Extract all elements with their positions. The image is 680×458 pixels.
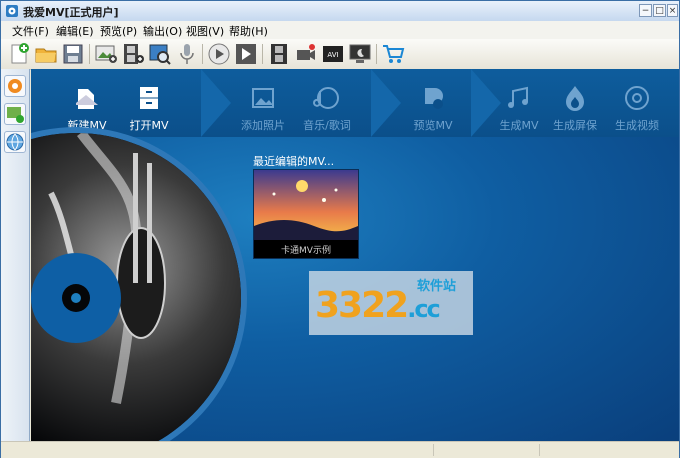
cartoon-mv-preview bbox=[254, 170, 358, 240]
nav-preview-mv[interactable]: 预览MV bbox=[405, 69, 461, 137]
nav-add-photos[interactable]: 添加照片 bbox=[235, 69, 291, 137]
sidebar-tab-photos[interactable] bbox=[4, 103, 26, 125]
toolbar-separator bbox=[376, 44, 377, 64]
toolbar-separator bbox=[89, 44, 90, 64]
nav-music-lyrics-label: 音乐/歌词 bbox=[303, 119, 351, 132]
menu-edit[interactable]: 编辑(E) bbox=[56, 23, 94, 39]
flower-icon bbox=[8, 79, 22, 93]
filmstrip-icon[interactable] bbox=[267, 42, 291, 66]
open-folder-icon[interactable] bbox=[34, 42, 58, 66]
step-arrow-icon bbox=[371, 69, 401, 137]
watermark-domain: .cc bbox=[407, 295, 441, 323]
photo-add-icon bbox=[7, 107, 24, 123]
watermark-tag: 软件站 bbox=[417, 279, 457, 294]
camera-icon[interactable] bbox=[294, 42, 318, 66]
add-photo-icon[interactable] bbox=[94, 42, 118, 66]
recent-mv-caption: 卡通MV示例 bbox=[281, 246, 331, 256]
globe-icon bbox=[6, 133, 24, 151]
avi-icon-label: AVI bbox=[327, 51, 338, 59]
workflow-nav: 新建MV 打开MV 添加照片 音乐/歌词 预览MV 生成MV 生成屏保 生成视频 bbox=[31, 69, 679, 137]
step-arrow-icon bbox=[201, 69, 231, 137]
nav-generate-video[interactable]: 生成视频 bbox=[607, 69, 667, 137]
nav-add-photos-label: 添加照片 bbox=[241, 119, 285, 132]
nav-generate-screensaver[interactable]: 生成屏保 bbox=[547, 69, 603, 137]
site-watermark: 3322.cc 软件站 bbox=[309, 271, 473, 335]
zoom-photo-icon[interactable] bbox=[148, 42, 172, 66]
title-bar: 我爱MV[正式用户] − □ × bbox=[1, 1, 679, 22]
photo-frame-icon bbox=[252, 88, 274, 108]
recent-mv-heading: 最近编辑的MV... bbox=[253, 155, 335, 168]
close-button[interactable]: × bbox=[667, 4, 678, 17]
maximize-button[interactable]: □ bbox=[653, 4, 666, 17]
minimize-button[interactable]: − bbox=[639, 4, 652, 17]
nav-new-mv-label: 新建MV bbox=[67, 119, 107, 132]
guitarist-illustration bbox=[31, 133, 241, 441]
status-cell bbox=[433, 444, 540, 456]
toolbar-separator bbox=[202, 44, 203, 64]
window-title: 我爱MV[正式用户] bbox=[23, 6, 119, 19]
menu-help[interactable]: 帮助(H) bbox=[229, 23, 268, 39]
menu-preview[interactable]: 预览(P) bbox=[100, 23, 137, 39]
flame-icon bbox=[566, 86, 584, 111]
guitarist-disc-image bbox=[31, 133, 241, 441]
new-mv-icon bbox=[76, 89, 98, 109]
status-cell bbox=[539, 444, 678, 456]
play-next-icon[interactable] bbox=[234, 42, 258, 66]
app-window: 我爱MV[正式用户] − □ × 文件(F) 编辑(E) 预览(P) 输出(O)… bbox=[0, 0, 680, 458]
nav-generate-mv[interactable]: 生成MV bbox=[497, 69, 541, 137]
nav-open-mv[interactable]: 打开MV bbox=[121, 69, 177, 137]
menu-view[interactable]: 视图(V) bbox=[186, 23, 224, 39]
disc-icon bbox=[625, 86, 649, 110]
microphone-icon[interactable] bbox=[175, 42, 199, 66]
play-icon[interactable] bbox=[207, 42, 231, 66]
nav-open-mv-label: 打开MV bbox=[129, 119, 169, 132]
app-logo-icon bbox=[6, 5, 18, 17]
screensaver-icon[interactable] bbox=[348, 42, 372, 66]
menu-file[interactable]: 文件(F) bbox=[12, 23, 49, 39]
status-bar bbox=[1, 441, 679, 458]
watermark-number: 3322 bbox=[315, 285, 409, 326]
recent-mv-thumbnail[interactable]: 卡通MV示例 bbox=[253, 169, 359, 259]
add-film-icon[interactable] bbox=[121, 42, 145, 66]
toolbar-separator bbox=[262, 44, 263, 64]
new-project-icon[interactable] bbox=[7, 42, 31, 66]
preview-icon bbox=[425, 88, 443, 109]
nav-new-mv[interactable]: 新建MV bbox=[59, 69, 115, 137]
save-icon[interactable] bbox=[61, 42, 85, 66]
music-notes-icon bbox=[508, 86, 528, 108]
cart-icon[interactable] bbox=[381, 42, 405, 66]
cabinet-icon bbox=[140, 87, 158, 109]
sidebar-tab-web[interactable] bbox=[4, 131, 26, 153]
menu-output[interactable]: 输出(O) bbox=[143, 23, 182, 39]
sidebar-tab-effects[interactable] bbox=[4, 75, 26, 97]
left-sidebar bbox=[1, 69, 30, 441]
main-stage: 新建MV 打开MV 添加照片 音乐/歌词 预览MV 生成MV 生成屏保 生成视频… bbox=[31, 69, 679, 441]
nav-generate-video-label: 生成视频 bbox=[615, 119, 659, 132]
nav-preview-mv-label: 预览MV bbox=[413, 119, 453, 132]
nav-music-lyrics[interactable]: 音乐/歌词 bbox=[295, 69, 359, 137]
nav-generate-screensaver-label: 生成屏保 bbox=[553, 119, 597, 132]
menu-bar: 文件(F) 编辑(E) 预览(P) 输出(O) 视图(V) 帮助(H) bbox=[1, 21, 679, 40]
toolbar: AVI bbox=[1, 39, 679, 70]
nav-generate-mv-label: 生成MV bbox=[499, 119, 539, 132]
avi-icon[interactable]: AVI bbox=[321, 42, 345, 66]
music-disc-icon bbox=[313, 87, 339, 109]
